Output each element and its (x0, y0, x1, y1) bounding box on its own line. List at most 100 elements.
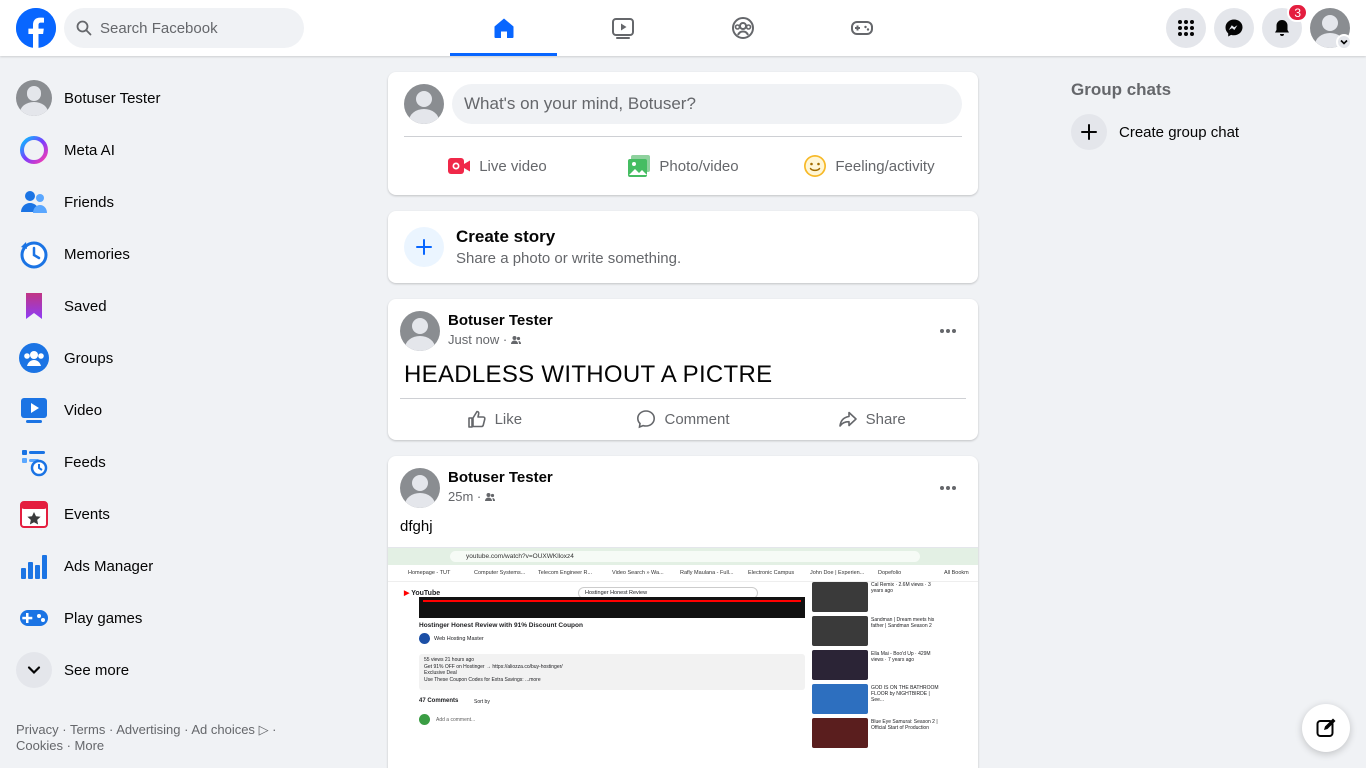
suggested-video-title: GOD IS ON THE BATHROOM FLOOR by NIGHTBIR… (871, 685, 939, 703)
footer-link-terms[interactable]: Terms (70, 722, 105, 737)
create-group-chat-button[interactable]: Create group chat (1063, 108, 1353, 156)
bookmark-item: Electronic Campus (748, 570, 795, 576)
groups-icon (731, 17, 754, 39)
suggested-thumbnail (812, 582, 868, 612)
avatar[interactable] (400, 468, 440, 508)
post-author[interactable]: Botuser Tester (448, 468, 553, 488)
comment-icon (637, 410, 656, 429)
sidebar-item-feeds[interactable]: Feeds (8, 436, 348, 488)
youtube-page: ▶ YouTube Hostinger Honest Review Hostin… (388, 582, 978, 768)
comment-button[interactable]: Comment (589, 400, 778, 438)
sidebar-item-memories[interactable]: Memories (8, 228, 348, 280)
sidebar-item-label: Meta AI (64, 141, 115, 159)
live-video-label: Live video (479, 157, 547, 175)
post-options-button[interactable] (930, 470, 966, 506)
share-icon (838, 411, 857, 427)
composer-input[interactable]: What's on your mind, Botuser? (452, 84, 962, 124)
sidebar-item-see-more[interactable]: See more (8, 644, 348, 696)
bell-icon (1275, 20, 1289, 36)
sort-by: Sort by (474, 699, 490, 705)
more-horizontal-icon (940, 329, 956, 333)
sidebar-item-label: Ads Manager (64, 557, 154, 575)
footer-link-more[interactable]: More (75, 738, 105, 753)
right-rail: Group chats Create group chat (1063, 72, 1353, 156)
menu-button[interactable] (1166, 8, 1206, 48)
post-timestamp[interactable]: 25m (448, 488, 473, 506)
suggested-thumbnail (812, 684, 868, 714)
tab-video[interactable] (569, 0, 676, 56)
sidebar-item-video[interactable]: Video (8, 384, 348, 436)
avatar[interactable] (400, 311, 440, 351)
home-icon (494, 18, 513, 38)
new-message-button[interactable] (1302, 704, 1350, 752)
photo-video-button[interactable]: Photo/video (590, 144, 776, 188)
suggested-thumbnail (812, 718, 868, 748)
footer-links: Privacy · Terms · Advertising · Ad choic… (16, 722, 277, 753)
smiley-icon (804, 155, 827, 177)
facebook-logo-icon[interactable] (16, 8, 56, 48)
video-description: 55 views 21 hours ago Get 91% OFF on Hos… (419, 654, 805, 690)
bookmark-item: Dopefolio (878, 570, 902, 576)
post-timestamp[interactable]: Just now (448, 331, 499, 349)
add-comment: Add a comment... (436, 716, 476, 723)
footer-link-ad-choices[interactable]: Ad choices (191, 722, 255, 737)
browser-url: youtube.com/watch?v=OUXWKlloxz4 (450, 551, 920, 562)
post-options-button[interactable] (930, 313, 966, 349)
bookmark-item: Computer Systems... (474, 570, 526, 576)
account-button[interactable] (1310, 8, 1352, 50)
friends-icon (16, 184, 52, 220)
footer-link-advertising[interactable]: Advertising (116, 722, 180, 737)
notifications-button[interactable]: 3 (1262, 3, 1308, 48)
sidebar-item-ads-manager[interactable]: Ads Manager (8, 540, 348, 592)
bookmark-item: John Doe | Experien... (810, 570, 865, 576)
search-input[interactable] (100, 19, 280, 37)
suggested-thumbnail (812, 616, 868, 646)
chevron-down-icon (1336, 34, 1352, 50)
like-button[interactable]: Like (400, 400, 589, 438)
sidebar-item-groups[interactable]: Groups (8, 332, 348, 384)
more-horizontal-icon (940, 486, 956, 490)
suggested-video-title: Cal Remix · 2.6M views · 3 years ago (871, 582, 931, 594)
video-title: Hostinger Honest Review with 91% Discoun… (419, 622, 583, 629)
sidebar-item-saved[interactable]: Saved (8, 280, 348, 332)
youtube-logo: ▶ YouTube (404, 590, 441, 597)
friends-audience-icon (485, 493, 496, 501)
tab-gaming[interactable] (808, 0, 915, 56)
saved-icon (16, 288, 52, 324)
suggested-video-title: Sandman | Dream meets his father | Sandm… (871, 617, 935, 629)
sidebar-item-meta-ai[interactable]: Meta AI (8, 124, 348, 176)
sidebar-item-events[interactable]: Events (8, 488, 348, 540)
play-games-icon (16, 600, 52, 636)
gamepad-icon (850, 21, 873, 35)
avatar[interactable] (404, 84, 444, 124)
post-image[interactable]: youtube.com/watch?v=OUXWKlloxz4 Homepage… (388, 547, 978, 768)
meta-ai-icon (16, 132, 52, 168)
sidebar-item-friends[interactable]: Friends (8, 176, 348, 228)
sidebar-item-play-games[interactable]: Play games (8, 592, 348, 644)
feed-post: Botuser Tester 25m · dfghj youtube.com/w… (388, 456, 978, 768)
bookmark-item: Rafly Maulana - Full... (680, 570, 734, 576)
search-bar[interactable] (64, 8, 304, 48)
video-icon (611, 18, 634, 39)
chevron-down-icon (16, 652, 52, 688)
footer-link-privacy[interactable]: Privacy (16, 722, 59, 737)
groups-icon (16, 340, 52, 376)
footer-link-cookies[interactable]: Cookies (16, 738, 63, 753)
bookmark-item: Telecom Engineer R... (538, 570, 593, 576)
notification-badge: 3 (1287, 3, 1308, 22)
sidebar-item-profile[interactable]: Botuser Tester (8, 72, 348, 124)
photo-icon (628, 155, 651, 177)
feeling-activity-button[interactable]: Feeling/activity (776, 144, 962, 188)
sidebar-item-label: Video (64, 401, 103, 419)
share-button[interactable]: Share (777, 400, 966, 438)
tab-groups[interactable] (689, 0, 796, 56)
live-video-button[interactable]: Live video (404, 144, 590, 188)
video-icon (16, 392, 52, 428)
post-author[interactable]: Botuser Tester (448, 311, 553, 331)
memories-icon (16, 236, 52, 272)
events-icon (16, 496, 52, 532)
tab-home[interactable] (450, 0, 557, 56)
bookmark-item: Video Search » Wa... (612, 570, 664, 576)
create-story-card[interactable]: Create story Share a photo or write some… (388, 211, 978, 283)
messenger-button[interactable] (1214, 8, 1254, 48)
